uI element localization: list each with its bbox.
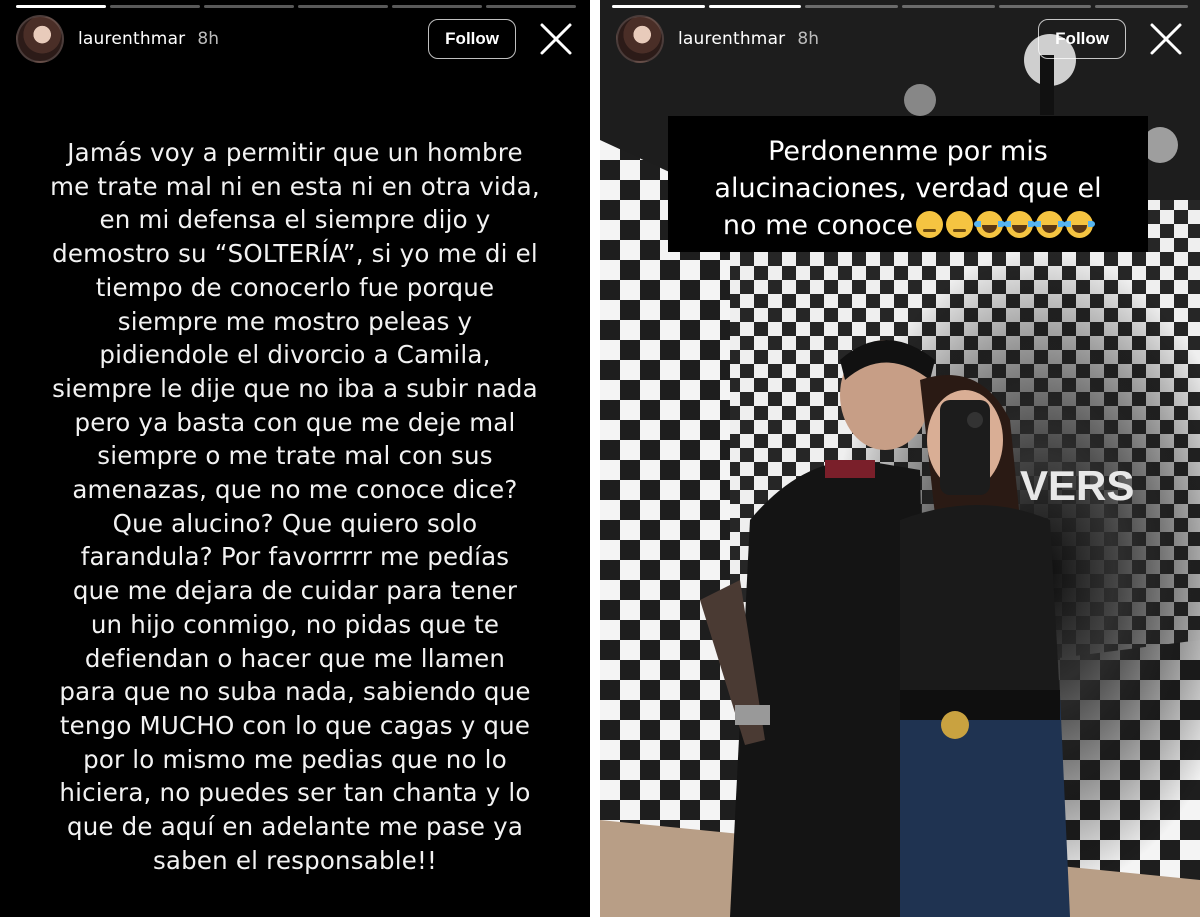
follow-button[interactable]: Follow	[1038, 19, 1126, 59]
tears-of-joy-icon	[1034, 211, 1066, 238]
tears-of-joy-icon	[974, 211, 1006, 238]
caption-line-with-emojis: no me conoce	[668, 207, 1148, 244]
close-icon[interactable]	[538, 21, 574, 57]
close-icon[interactable]	[1148, 21, 1184, 57]
progress-segment	[805, 5, 899, 8]
caption-line: Perdonenme por mis	[768, 136, 1048, 167]
username[interactable]: laurenthmar	[78, 29, 185, 49]
story-progress-bar	[612, 5, 1189, 8]
story-panel-text[interactable]: laurenthmar 8h Follow Jamás voy a permit…	[0, 0, 590, 917]
story-progress-bar	[16, 5, 576, 8]
progress-segment	[612, 5, 705, 8]
story-caption: Perdonenme por mis alucinaciones, verdad…	[668, 116, 1148, 252]
post-time: 8h	[197, 29, 219, 49]
tears-of-joy-icon	[1004, 211, 1036, 238]
caption-line: alucinaciones, verdad que el	[714, 173, 1102, 204]
mirror-sign: VERS	[1020, 462, 1134, 509]
pensive-face-icon	[916, 211, 944, 238]
progress-segment	[204, 5, 294, 8]
pensive-face-icon	[946, 211, 974, 238]
username[interactable]: laurenthmar	[678, 29, 785, 49]
progress-segment	[998, 5, 1092, 8]
progress-segment	[16, 5, 106, 8]
progress-segment	[392, 5, 482, 8]
tears-of-joy-icon	[1064, 211, 1096, 238]
progress-segment	[708, 5, 802, 8]
caption-line: no me conoce	[722, 210, 914, 241]
divider	[590, 0, 600, 917]
instagram-stories-comparison: laurenthmar 8h Follow Jamás voy a permit…	[0, 0, 1200, 917]
story-text: Jamás voy a permitir que un hombre me tr…	[50, 138, 540, 875]
story-header: laurenthmar 8h Follow	[16, 15, 574, 63]
avatar[interactable]	[16, 15, 64, 63]
story-panel-photo[interactable]: VERS laurenthmar 8h Follow Perdonenme po…	[600, 0, 1200, 917]
progress-segment	[110, 5, 200, 8]
avatar[interactable]	[616, 15, 664, 63]
post-time: 8h	[797, 29, 819, 49]
progress-segment	[902, 5, 995, 8]
story-header: laurenthmar 8h Follow	[616, 15, 1184, 63]
progress-segment	[486, 5, 576, 8]
progress-segment	[298, 5, 388, 8]
progress-segment	[1095, 5, 1189, 8]
follow-button[interactable]: Follow	[428, 19, 516, 59]
